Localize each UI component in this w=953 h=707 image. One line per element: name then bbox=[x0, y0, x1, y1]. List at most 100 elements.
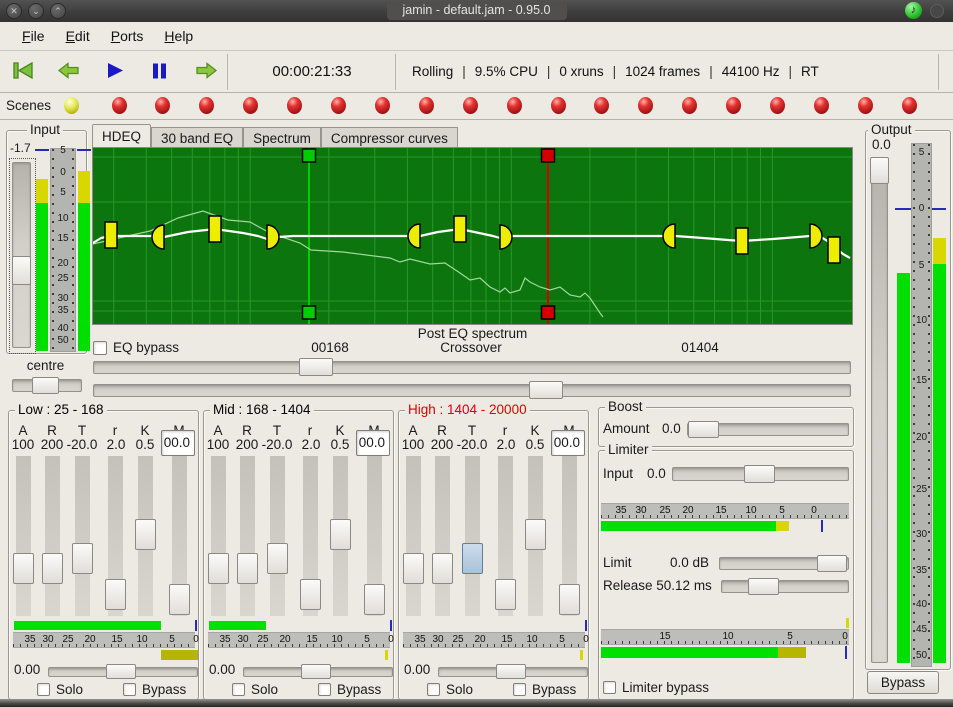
band-slider-T[interactable] bbox=[465, 456, 480, 616]
scene-lamp[interactable] bbox=[243, 97, 258, 114]
scene-lamp[interactable] bbox=[902, 97, 917, 114]
crossover1-bottom-handle[interactable] bbox=[303, 306, 316, 319]
pause-button[interactable] bbox=[148, 60, 172, 84]
scene-lamp[interactable] bbox=[112, 97, 127, 114]
band-slider-handle-A[interactable] bbox=[208, 553, 229, 584]
input-gain-fader-handle[interactable] bbox=[12, 256, 31, 285]
band-slider-R[interactable] bbox=[45, 456, 60, 616]
band-slider-A[interactable] bbox=[16, 456, 31, 616]
limiter-input-slider-handle[interactable] bbox=[744, 465, 775, 483]
band-slider-handle-K[interactable] bbox=[525, 519, 546, 550]
input-gain-fader[interactable] bbox=[12, 162, 31, 348]
maximize-window-icon[interactable]: ⌃ bbox=[50, 3, 66, 19]
forward-button[interactable] bbox=[194, 60, 218, 84]
band-slider-handle-T[interactable] bbox=[267, 543, 288, 574]
limit-slider-handle[interactable] bbox=[817, 555, 847, 572]
band-bypass-checkbox[interactable] bbox=[123, 683, 136, 696]
band-slider-T[interactable] bbox=[270, 456, 285, 616]
band-slider-A[interactable] bbox=[211, 456, 226, 616]
skip-to-start-button[interactable] bbox=[11, 60, 35, 84]
eq-band-edge-handle[interactable] bbox=[810, 224, 822, 248]
scene-lamp[interactable] bbox=[551, 97, 566, 114]
scene-lamp[interactable] bbox=[507, 97, 522, 114]
crossover2-bottom-handle[interactable] bbox=[542, 306, 555, 319]
band-slider-handle-K[interactable] bbox=[330, 519, 351, 550]
output-bypass-button[interactable]: Bypass bbox=[867, 671, 939, 694]
scene-lamp[interactable] bbox=[331, 97, 346, 114]
band-gain-slider-handle[interactable] bbox=[496, 664, 526, 679]
band-slider-A[interactable] bbox=[406, 456, 421, 616]
shade-window-icon[interactable]: ⌄ bbox=[28, 3, 44, 19]
crossover1-slider-handle[interactable] bbox=[299, 358, 333, 376]
eq-band-handle[interactable] bbox=[209, 216, 221, 242]
limiter-bypass-checkbox[interactable] bbox=[603, 681, 616, 694]
output-gain-fader[interactable] bbox=[871, 158, 888, 663]
crossover2-top-handle[interactable] bbox=[542, 149, 555, 162]
band-gain-slider-handle[interactable] bbox=[301, 664, 331, 679]
eq-band-edge-handle[interactable] bbox=[267, 225, 279, 249]
scene-lamp[interactable] bbox=[770, 97, 785, 114]
crossover1-slider[interactable] bbox=[93, 361, 851, 374]
band-solo-checkbox[interactable] bbox=[427, 683, 440, 696]
band-bypass-checkbox[interactable] bbox=[318, 683, 331, 696]
centre-slider-handle[interactable] bbox=[32, 377, 59, 394]
menu-edit[interactable]: Edit bbox=[58, 25, 98, 47]
band-slider-handle-r[interactable] bbox=[300, 579, 321, 610]
band-slider-handle-T[interactable] bbox=[72, 543, 93, 574]
hdeq-graph[interactable] bbox=[92, 147, 853, 325]
tab-compressor-curves[interactable]: Compressor curves bbox=[321, 127, 458, 148]
band-solo-checkbox[interactable] bbox=[232, 683, 245, 696]
scene-lamp-active[interactable] bbox=[64, 97, 79, 114]
band-slider-handle-r[interactable] bbox=[105, 579, 126, 610]
eq-bypass-checkbox[interactable] bbox=[93, 341, 107, 355]
band-slider-R[interactable] bbox=[240, 456, 255, 616]
makeup-gain-entry[interactable]: 00.0 bbox=[161, 430, 195, 456]
band-bypass-checkbox[interactable] bbox=[513, 683, 526, 696]
scene-lamp[interactable] bbox=[726, 97, 741, 114]
crossover2-slider-handle[interactable] bbox=[529, 381, 563, 399]
eq-band-edge-handle[interactable] bbox=[408, 224, 420, 248]
band-gain-slider-handle[interactable] bbox=[106, 664, 136, 679]
band-slider-handle-A[interactable] bbox=[13, 553, 34, 584]
band-slider-handle-M[interactable] bbox=[364, 584, 385, 615]
scene-lamp[interactable] bbox=[375, 97, 390, 114]
scene-lamp[interactable] bbox=[814, 97, 829, 114]
band-slider-handle-r[interactable] bbox=[495, 579, 516, 610]
band-slider-handle-K[interactable] bbox=[135, 519, 156, 550]
band-slider-R[interactable] bbox=[435, 456, 450, 616]
crossover1-top-handle[interactable] bbox=[303, 149, 316, 162]
eq-band-handle[interactable] bbox=[828, 237, 840, 263]
release-slider[interactable] bbox=[721, 580, 849, 593]
band-slider-handle-R[interactable] bbox=[432, 553, 453, 584]
boost-amount-slider-handle[interactable] bbox=[688, 421, 719, 438]
output-gain-fader-handle[interactable] bbox=[870, 157, 889, 184]
scene-lamp[interactable] bbox=[419, 97, 434, 114]
eq-band-handle[interactable] bbox=[736, 228, 748, 254]
band-slider-T[interactable] bbox=[75, 456, 90, 616]
menu-help[interactable]: Help bbox=[156, 25, 201, 47]
scene-lamp[interactable] bbox=[287, 97, 302, 114]
band-solo-checkbox[interactable] bbox=[37, 683, 50, 696]
band-slider-handle-M[interactable] bbox=[169, 584, 190, 615]
scene-lamp[interactable] bbox=[155, 97, 170, 114]
crossover2-slider[interactable] bbox=[93, 384, 851, 397]
band-slider-handle-A[interactable] bbox=[403, 553, 424, 584]
scene-lamp[interactable] bbox=[199, 97, 214, 114]
release-slider-handle[interactable] bbox=[748, 578, 779, 595]
band-slider-handle-T[interactable] bbox=[462, 543, 483, 574]
scene-lamp[interactable] bbox=[638, 97, 653, 114]
band-slider-handle-R[interactable] bbox=[42, 553, 63, 584]
band-slider-handle-M[interactable] bbox=[559, 584, 580, 615]
play-button[interactable] bbox=[103, 60, 127, 84]
scene-lamp[interactable] bbox=[463, 97, 478, 114]
tab-spectrum[interactable]: Spectrum bbox=[243, 127, 321, 148]
close-window-icon[interactable]: ✕ bbox=[6, 3, 22, 19]
eq-band-handle[interactable] bbox=[105, 222, 117, 248]
tab-hdeq[interactable]: HDEQ bbox=[92, 124, 151, 148]
menu-ports[interactable]: Ports bbox=[103, 25, 152, 47]
scene-lamp[interactable] bbox=[594, 97, 609, 114]
tab-30-band-eq[interactable]: 30 band EQ bbox=[151, 127, 243, 148]
eq-band-edge-handle[interactable] bbox=[663, 224, 675, 248]
menu-file[interactable]: File bbox=[14, 25, 53, 47]
makeup-gain-entry[interactable]: 00.0 bbox=[356, 430, 390, 456]
